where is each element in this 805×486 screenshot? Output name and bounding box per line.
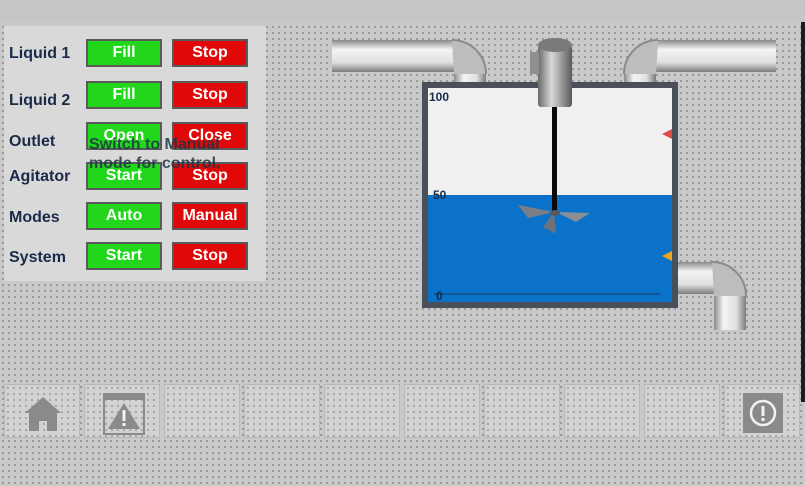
hmi-screen: Liquid 1 Fill Stop Liquid 2 Fill Stop Ou…: [0, 0, 805, 486]
nav-slot-8[interactable]: [564, 384, 640, 438]
nav-slot-5[interactable]: [324, 384, 400, 438]
outlet-pipe: [676, 261, 747, 330]
nav-slot-9[interactable]: [644, 384, 720, 438]
alarm-button[interactable]: [84, 384, 160, 438]
home-icon: [25, 397, 61, 431]
tank: [422, 82, 678, 308]
nav-slot-4[interactable]: [244, 384, 320, 438]
scale-100-label: 100: [429, 90, 450, 104]
nav-slot-3[interactable]: [164, 384, 240, 438]
scale-50-label: 50: [433, 188, 447, 202]
process-graphic: [332, 38, 776, 330]
home-button[interactable]: [4, 384, 80, 438]
alarm-icon: [103, 393, 145, 435]
scale-0-label: 0: [436, 289, 443, 303]
nav-slot-6[interactable]: [404, 384, 480, 438]
liquid-level: [428, 195, 672, 302]
navigation-bar: [0, 380, 805, 440]
nav-slot-7[interactable]: [484, 384, 560, 438]
info-button[interactable]: [724, 384, 800, 438]
info-icon: [743, 393, 783, 433]
